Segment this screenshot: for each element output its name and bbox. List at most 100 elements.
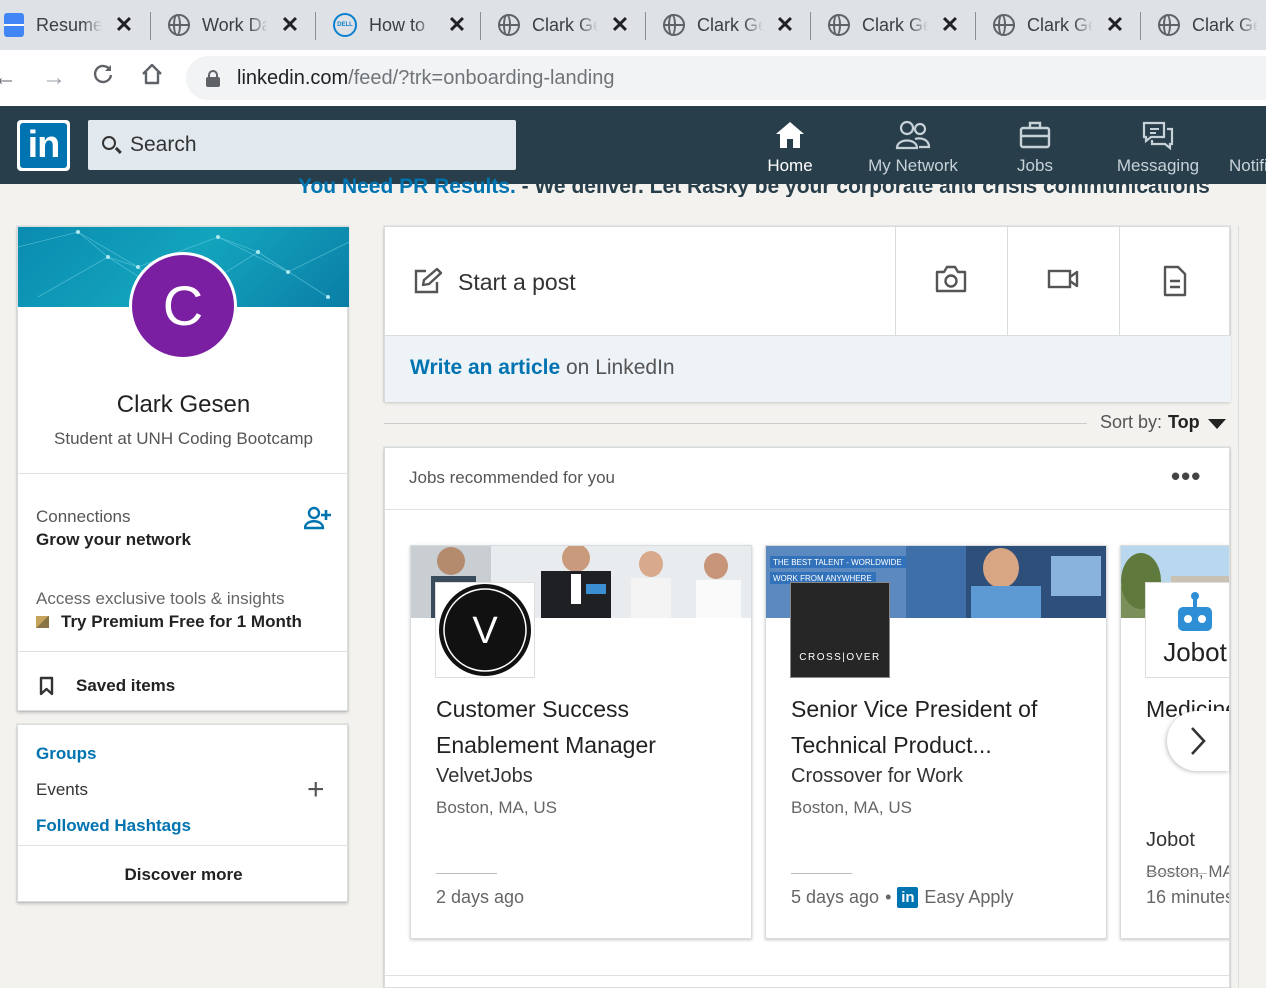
google-docs-icon: [4, 13, 25, 37]
search-input[interactable]: [130, 130, 500, 160]
tab-close-icon[interactable]: ✕: [940, 12, 960, 38]
divider: [791, 873, 852, 874]
tab-separator: [975, 12, 976, 40]
tab-separator: [150, 12, 151, 40]
write-article-link[interactable]: Write an article: [410, 356, 560, 379]
nav-jobs[interactable]: Jobs: [1000, 106, 1070, 184]
try-premium-link[interactable]: Try Premium Free for 1 Month: [36, 612, 302, 632]
job-footer: 2 days ago: [436, 887, 524, 908]
globe-icon: [828, 14, 850, 36]
promo-link[interactable]: You Need PR Results.: [298, 175, 516, 197]
carousel-next-button[interactable]: [1167, 711, 1229, 771]
discover-more-button[interactable]: Discover more: [18, 845, 349, 903]
browser-tab[interactable]: DELL How to ✕: [333, 0, 467, 50]
feed-divider: [384, 423, 1087, 424]
browser-tab[interactable]: Clark Ge ✕: [993, 0, 1125, 50]
tab-separator: [810, 12, 811, 40]
home-browser-icon[interactable]: [137, 62, 167, 93]
browser-tab[interactable]: Clark Ge ✕: [498, 0, 630, 50]
promo-text: - We deliver. Let Rasky be your corporat…: [515, 175, 1210, 197]
browser-tab[interactable]: Clark Ge: [1158, 0, 1258, 50]
promo-banner[interactable]: You Need PR Results. - We deliver. Let R…: [298, 175, 1266, 197]
browser-tab[interactable]: Resume ✕: [4, 0, 134, 50]
nav-notifications-label: Notifications: [1229, 156, 1266, 175]
add-connection-icon[interactable]: [304, 506, 332, 530]
tab-close-icon[interactable]: ✕: [280, 12, 300, 38]
pencil-icon: [414, 267, 443, 294]
add-event-plus-icon[interactable]: +: [307, 775, 325, 805]
document-button[interactable]: [1119, 227, 1231, 335]
job-title[interactable]: Customer Success Enablement Manager: [436, 691, 736, 763]
groups-link[interactable]: Groups: [36, 744, 96, 764]
job-title[interactable]: Senior Vice President of Technical Produ…: [791, 691, 1091, 763]
nav-messaging[interactable]: Messaging: [1110, 106, 1206, 184]
job-card[interactable]: THE BEST TALENT - WORLDWIDE WORK FROM AN…: [765, 545, 1107, 939]
tab-title: Work Da: [202, 14, 268, 35]
tab-close-icon[interactable]: ✕: [1105, 12, 1125, 38]
divider: [385, 975, 1229, 976]
caret-down-icon[interactable]: [1208, 419, 1226, 429]
tab-title: Clark Ge: [532, 14, 598, 35]
tab-close-icon[interactable]: ✕: [610, 12, 630, 38]
forward-arrow-icon[interactable]: →: [39, 64, 69, 92]
tab-separator: [315, 12, 316, 40]
profile-name[interactable]: Clark Gesen: [18, 391, 349, 419]
followed-hashtags-link[interactable]: Followed Hashtags: [36, 816, 191, 836]
more-options-icon[interactable]: •••: [1171, 463, 1201, 489]
right-column-edge: [1238, 226, 1239, 988]
try-premium-label: Try Premium Free for 1 Month: [61, 612, 302, 631]
divider: [385, 509, 1229, 510]
photo-button[interactable]: [895, 227, 1007, 335]
url-path: /feed/?trk=onboarding-landing: [348, 67, 615, 89]
separator: •: [885, 887, 892, 907]
job-card[interactable]: V Customer Success Enablement Manager Ve…: [410, 545, 752, 939]
job-location: Boston, MA, US: [791, 798, 912, 817]
globe-icon: [663, 14, 685, 36]
home-icon: [776, 122, 804, 148]
url-host: linkedin.com: [237, 67, 349, 89]
globe-icon: [168, 14, 190, 36]
events-link[interactable]: Events: [36, 780, 88, 800]
saved-items-link[interactable]: Saved items: [36, 676, 175, 696]
url-text[interactable]: linkedin.com/feed/?trk=onboarding-landin…: [237, 67, 614, 90]
divider: [436, 873, 497, 874]
grow-network-link[interactable]: Grow your network: [36, 530, 191, 550]
avatar[interactable]: C: [129, 252, 237, 360]
start-post-button[interactable]: Start a post: [385, 227, 895, 335]
tab-close-icon[interactable]: ✕: [114, 12, 134, 38]
crossover-logo-text: CROSS|OVER: [799, 652, 881, 663]
connections-label[interactable]: Connections: [36, 507, 131, 527]
communities-card: Groups Events + Followed Hashtags Discov…: [17, 724, 349, 903]
back-arrow-icon[interactable]: ←: [0, 64, 20, 92]
banner-text: THE BEST TALENT - WORLDWIDE: [773, 558, 902, 567]
my-network-icon: [895, 120, 931, 150]
job-posted-time: 5 days ago: [791, 887, 880, 907]
job-location: Boston, MA: [1146, 862, 1230, 881]
write-article-text[interactable]: Write an article on LinkedIn: [410, 356, 675, 380]
video-button[interactable]: [1007, 227, 1119, 335]
nav-notifications[interactable]: Notifications: [1229, 106, 1266, 184]
browser-tab[interactable]: Work Da ✕: [168, 0, 300, 50]
job-company: Jobot: [1146, 829, 1195, 851]
browser-tab[interactable]: Clark Ge ✕: [663, 0, 795, 50]
browser-tab[interactable]: Clark Ge ✕: [828, 0, 960, 50]
tab-close-icon[interactable]: ✕: [447, 12, 467, 38]
camera-icon: [935, 265, 967, 293]
tab-close-icon[interactable]: ✕: [775, 12, 795, 38]
jobot-logo-text: Jobot: [1163, 637, 1227, 667]
tab-separator: [1140, 12, 1141, 40]
divider: [1146, 873, 1207, 874]
profile-card: C Clark Gesen Student at UNH Coding Boot…: [17, 226, 349, 711]
nav-my-network[interactable]: My Network: [858, 106, 968, 184]
linkedin-logo[interactable]: in: [17, 120, 70, 171]
nav-home[interactable]: Home: [752, 106, 828, 184]
reload-icon[interactable]: [88, 62, 118, 93]
jobot-logo: Jobot: [1145, 582, 1229, 678]
easy-apply-label: Easy Apply: [924, 887, 1014, 907]
browser-tab-strip: Resume ✕ Work Da ✕ DELL How to ✕ Clark G…: [0, 0, 1266, 50]
sort-by-value[interactable]: Top: [1168, 412, 1200, 433]
start-post-label: Start a post: [458, 269, 576, 295]
nav-jobs-label: Jobs: [1017, 156, 1053, 175]
job-posted-time: 16 minutes ago: [1146, 887, 1230, 907]
search-box[interactable]: [88, 120, 516, 170]
